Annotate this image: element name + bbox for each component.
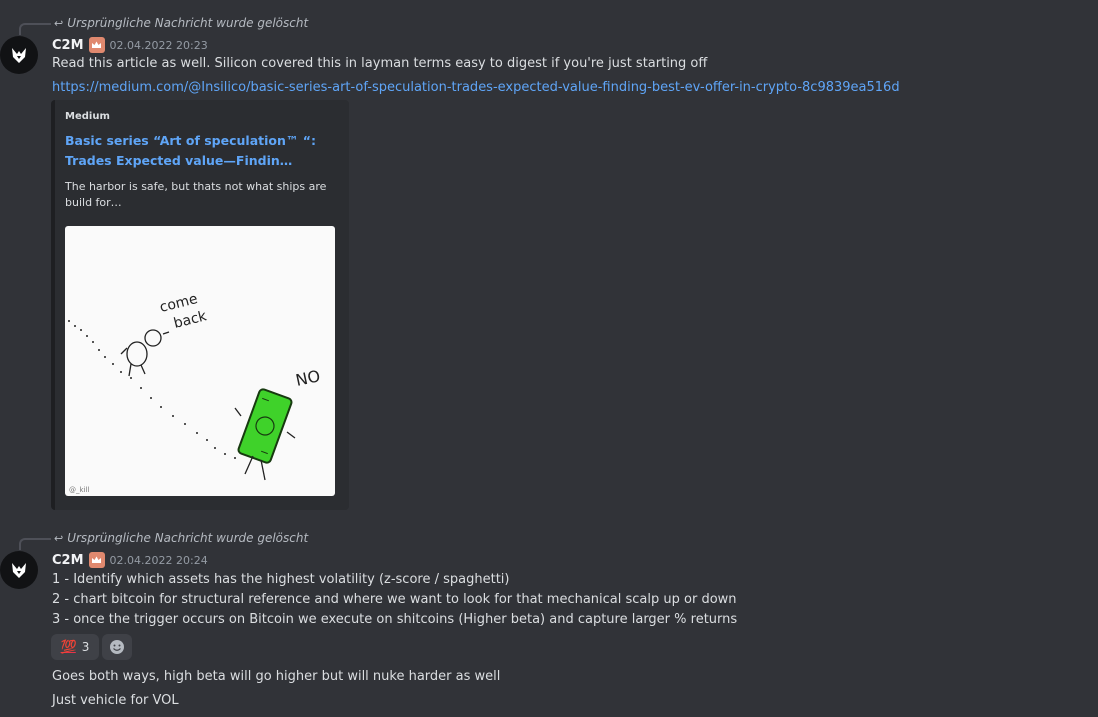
- reply-preview[interactable]: ↩ Ursprüngliche Nachricht wurde gelöscht: [54, 531, 308, 545]
- avatar[interactable]: [0, 551, 38, 589]
- message-text: 2 - chart bitcoin for structural referen…: [52, 592, 737, 607]
- timestamp[interactable]: 02.04.2022 20:24: [110, 554, 208, 567]
- wolf-logo-icon: [12, 563, 26, 578]
- crown-role-icon[interactable]: [88, 37, 105, 53]
- wolf-logo-icon: [12, 48, 26, 63]
- message-text: Goes both ways, high beta will go higher…: [52, 669, 501, 684]
- avatar[interactable]: [0, 36, 38, 74]
- reaction-hundred[interactable]: 💯 3: [51, 634, 99, 660]
- reply-connector: [19, 23, 51, 35]
- message-text: 3 - once the trigger occurs on Bitcoin w…: [52, 612, 738, 627]
- message-text: Read this article as well. Silicon cover…: [52, 56, 708, 71]
- message-text: 1 - Identify which assets has the highes…: [52, 572, 510, 587]
- message-text: Just vehicle for VOL: [52, 693, 179, 708]
- hundred-points-icon: 💯: [60, 639, 77, 655]
- embed-title[interactable]: Basic series “Art of speculation™ “: Tra…: [65, 131, 340, 171]
- username[interactable]: C2M: [52, 553, 84, 568]
- reply-arrow-icon: ↩: [54, 17, 64, 30]
- link-embed: Medium Basic series “Art of speculation™…: [51, 100, 349, 510]
- embed-provider[interactable]: Medium: [65, 111, 110, 122]
- message-header: C2M 02.04.2022 20:23: [52, 37, 208, 53]
- message-link[interactable]: https://medium.com/@Insilico/basic-serie…: [52, 80, 900, 95]
- reply-arrow-icon: ↩: [54, 532, 64, 545]
- reply-connector: [19, 538, 51, 550]
- embed-description: The harbor is safe, but thats not what s…: [65, 180, 327, 209]
- timestamp[interactable]: 02.04.2022 20:23: [110, 39, 208, 52]
- cartoon-illustration: come back NO @_kill: [68, 291, 322, 494]
- username[interactable]: C2M: [52, 38, 84, 53]
- message-header: C2M 02.04.2022 20:24: [52, 552, 208, 568]
- svg-text:@_kill: @_kill: [69, 486, 89, 494]
- svg-text:NO: NO: [294, 366, 322, 390]
- add-reaction-button[interactable]: [102, 634, 132, 660]
- reply-preview[interactable]: ↩ Ursprüngliche Nachricht wurde gelöscht: [54, 16, 308, 30]
- add-reaction-icon: [110, 640, 124, 654]
- embed-image[interactable]: come back NO @_kill: [65, 226, 335, 496]
- reaction-count: 3: [81, 640, 90, 654]
- crown-role-icon[interactable]: [88, 552, 105, 568]
